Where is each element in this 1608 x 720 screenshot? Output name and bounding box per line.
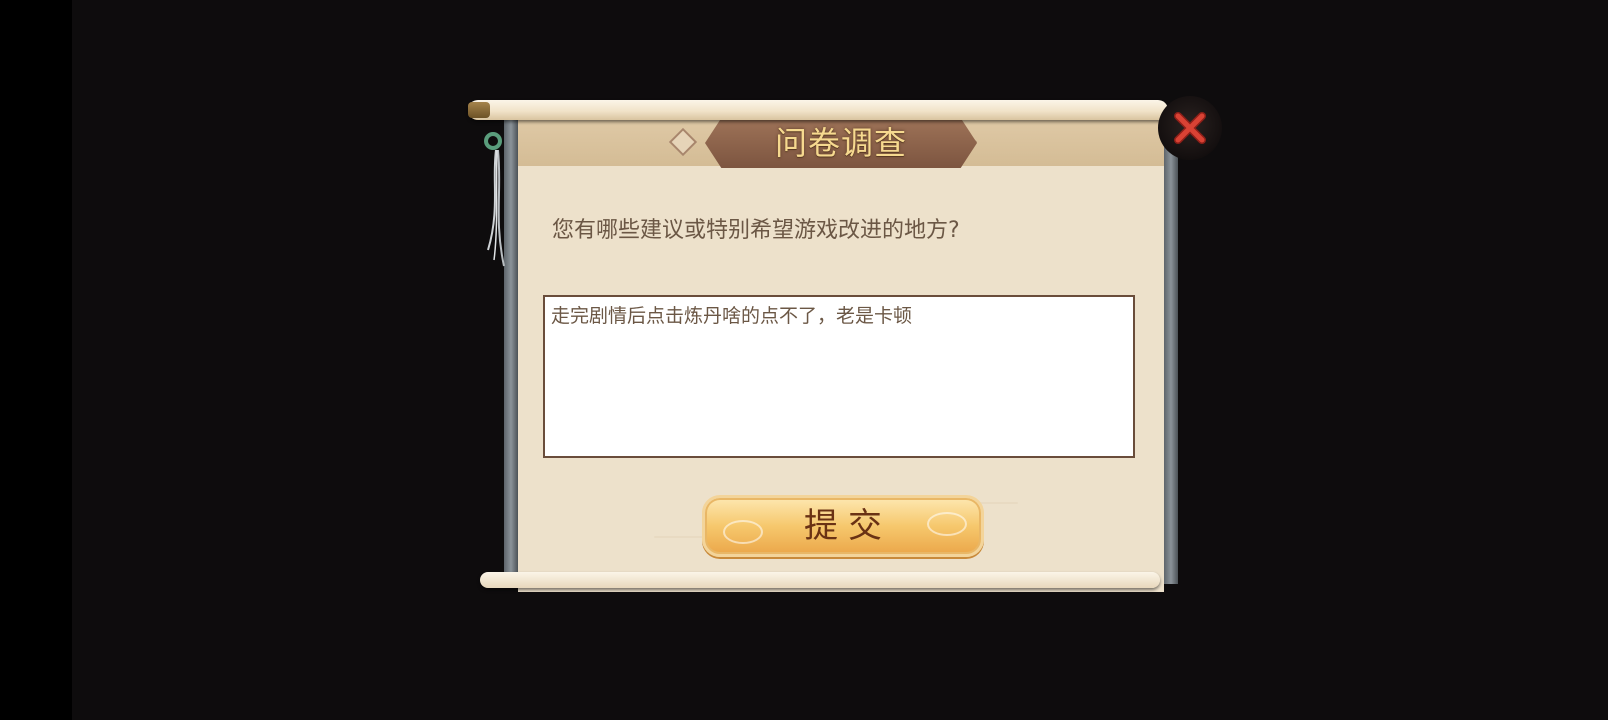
scroll-side-left: [504, 116, 518, 584]
scroll-bottom-rod: [480, 572, 1160, 588]
submit-button[interactable]: 提交: [702, 495, 984, 557]
scroll-rod-cap: [468, 102, 490, 118]
answer-textarea[interactable]: [543, 295, 1135, 458]
scroll-top-rod: [468, 100, 1168, 120]
scroll-side-right: [1164, 116, 1178, 584]
jade-pendant-icon: [484, 132, 502, 150]
close-x-icon: [1174, 112, 1206, 144]
submit-button-label: 提交: [804, 506, 892, 546]
game-screen: 问卷调查 您有哪些建议或特别希望游戏改进的地方? 提交: [0, 0, 1608, 720]
survey-scroll-dialog: 问卷调查 您有哪些建议或特别希望游戏改进的地方? 提交: [468, 96, 1222, 606]
left-black-bar: [0, 0, 72, 720]
close-button[interactable]: [1158, 96, 1222, 160]
tassel-icon: [487, 150, 505, 267]
survey-question: 您有哪些建议或特别希望游戏改进的地方?: [552, 218, 960, 243]
dialog-title: 问卷调查: [774, 124, 907, 162]
